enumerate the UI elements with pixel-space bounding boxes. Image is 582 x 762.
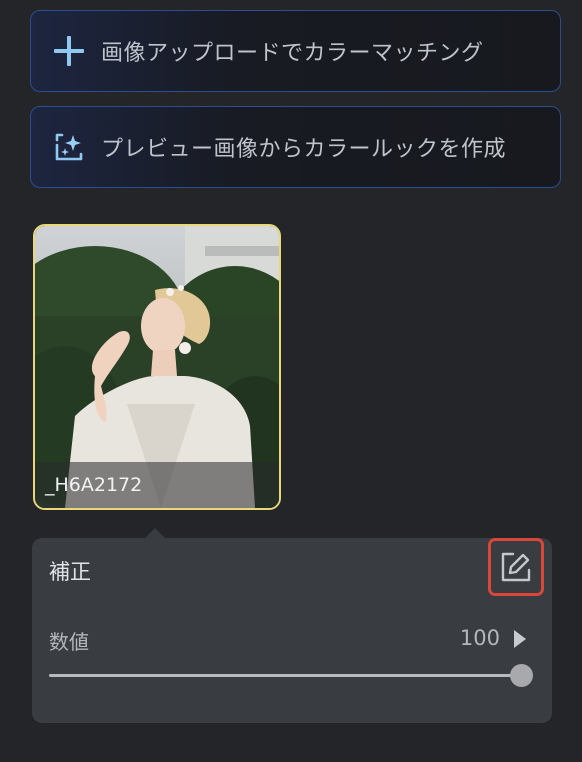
upload-color-match-button[interactable]: 画像アップロードでカラーマッチング [30, 10, 561, 92]
slider-track[interactable] [49, 674, 521, 677]
thumbnail-caption: _H6A2172 [35, 462, 279, 508]
edit-icon [501, 552, 531, 582]
sparkle-frame-icon [51, 129, 87, 165]
slider-fill [49, 674, 521, 677]
panel-title: 補正 [49, 560, 91, 584]
create-color-look-button[interactable]: プレビュー画像からカラールックを作成 [30, 106, 561, 188]
upload-color-match-label: 画像アップロードでカラーマッチング [101, 41, 484, 66]
slider-value: 100 [459, 626, 500, 650]
edit-button[interactable] [488, 538, 544, 596]
create-color-look-label: プレビュー画像からカラールックを作成 [101, 137, 507, 162]
preview-thumbnail[interactable]: _H6A2172 [33, 224, 281, 510]
slider-label: 数値 [49, 630, 89, 654]
plus-icon [51, 33, 87, 69]
adjustment-panel: 補正 数値 100 [32, 538, 552, 723]
play-icon[interactable] [514, 630, 526, 648]
slider-thumb[interactable] [509, 664, 533, 687]
